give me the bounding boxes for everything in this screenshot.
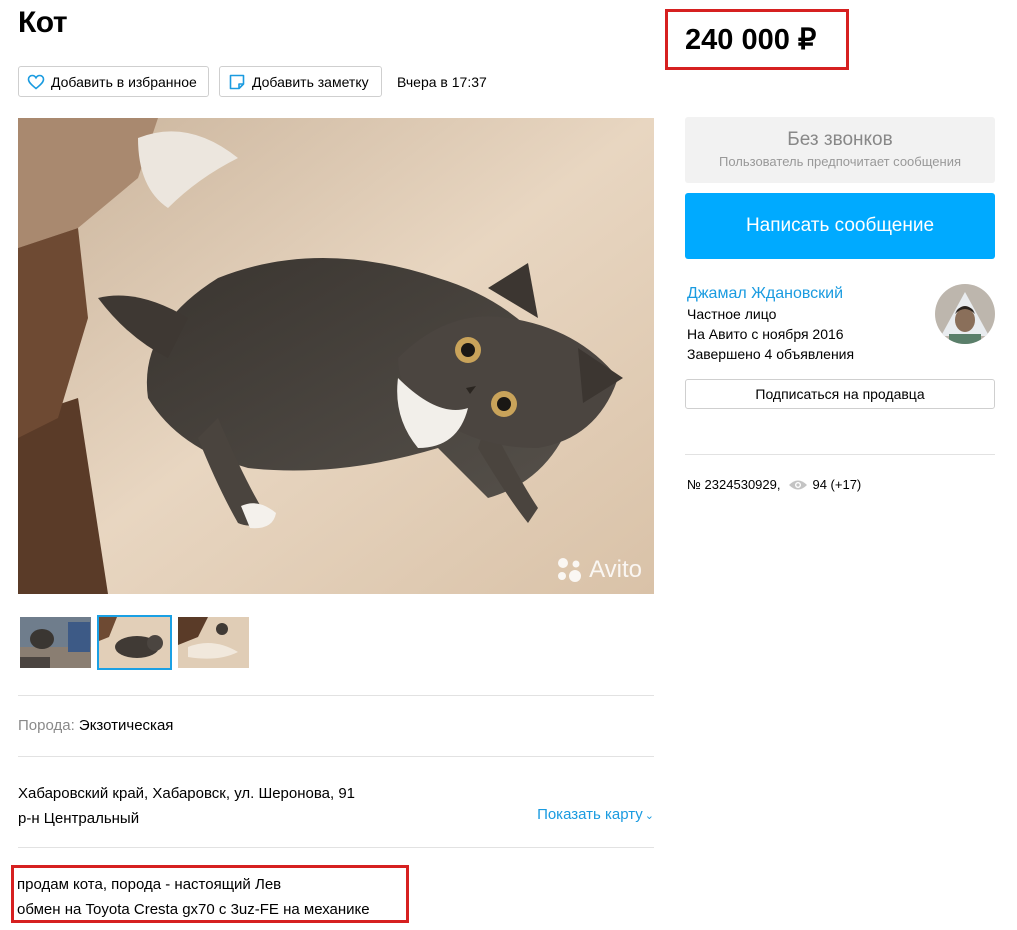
add-to-favorites-label: Добавить в избранное	[51, 73, 197, 90]
avito-watermark: Avito	[555, 556, 642, 584]
add-note-button[interactable]: Добавить заметку	[219, 66, 382, 97]
ad-number: № 2324530929,	[687, 477, 781, 492]
subscribe-seller-button[interactable]: Подписаться на продавца	[685, 379, 995, 409]
listing-title: Кот	[18, 6, 68, 39]
add-note-label: Добавить заметку	[252, 73, 369, 90]
district-line: р-н Центральный	[18, 810, 140, 827]
avito-watermark-text: Avito	[589, 556, 642, 583]
description: продам кота, порода - настоящий Лев обме…	[17, 872, 370, 922]
divider	[18, 756, 654, 757]
description-line: продам кота, порода - настоящий Лев	[17, 876, 282, 893]
no-calls-notice: Без звонков Пользователь предпочитает со…	[685, 117, 995, 183]
divider	[18, 847, 654, 848]
address-line: Хабаровский край, Хабаровск, ул. Шеронов…	[18, 785, 356, 802]
seller-since: На Авито с ноября 2016	[687, 326, 844, 342]
thumbnail[interactable]	[97, 615, 172, 670]
note-icon	[229, 74, 245, 89]
address: Хабаровский край, Хабаровск, ул. Шеронов…	[18, 781, 355, 831]
divider	[18, 695, 654, 696]
breed-value: Экзотическая	[78, 717, 174, 734]
show-map-label: Показать карту	[537, 806, 643, 823]
eye-icon	[789, 480, 808, 489]
show-map-link[interactable]: Показать карту ⌄	[537, 806, 654, 823]
views-count: 94 (+17)	[812, 477, 862, 492]
add-to-favorites-button[interactable]: Добавить в избранное	[18, 66, 209, 97]
photo-thumbnails	[18, 615, 255, 670]
seller-name-link[interactable]: Джамал Ждановский	[687, 285, 843, 303]
avito-logo-icon	[558, 558, 582, 582]
avatar[interactable]	[935, 284, 995, 344]
thumbnail[interactable]	[176, 615, 251, 670]
seller-completed: Завершено 4 объявления	[687, 346, 855, 362]
description-line: обмен на Toyota Cresta gx70 с 3uz-FE на …	[17, 901, 370, 918]
thumbnail[interactable]	[18, 615, 93, 670]
main-photo[interactable]: Avito	[18, 118, 654, 594]
breed-label: Порода:	[18, 717, 75, 734]
no-calls-subtitle: Пользователь предпочитает сообщения	[718, 154, 961, 169]
publish-date: Вчера в 17:37	[397, 74, 487, 90]
chevron-down-icon: ⌄	[644, 810, 654, 822]
seller-type: Частное лицо	[687, 306, 777, 322]
ad-meta: № 2324530929, 94 (+17)	[687, 477, 861, 492]
divider	[685, 454, 995, 455]
heart-icon	[27, 74, 45, 90]
no-calls-title: Без звонков	[787, 129, 893, 150]
write-message-button[interactable]: Написать сообщение	[685, 193, 995, 259]
price: 240 000 ₽	[685, 24, 817, 56]
breed-param: Порода: Экзотическая	[18, 717, 173, 734]
